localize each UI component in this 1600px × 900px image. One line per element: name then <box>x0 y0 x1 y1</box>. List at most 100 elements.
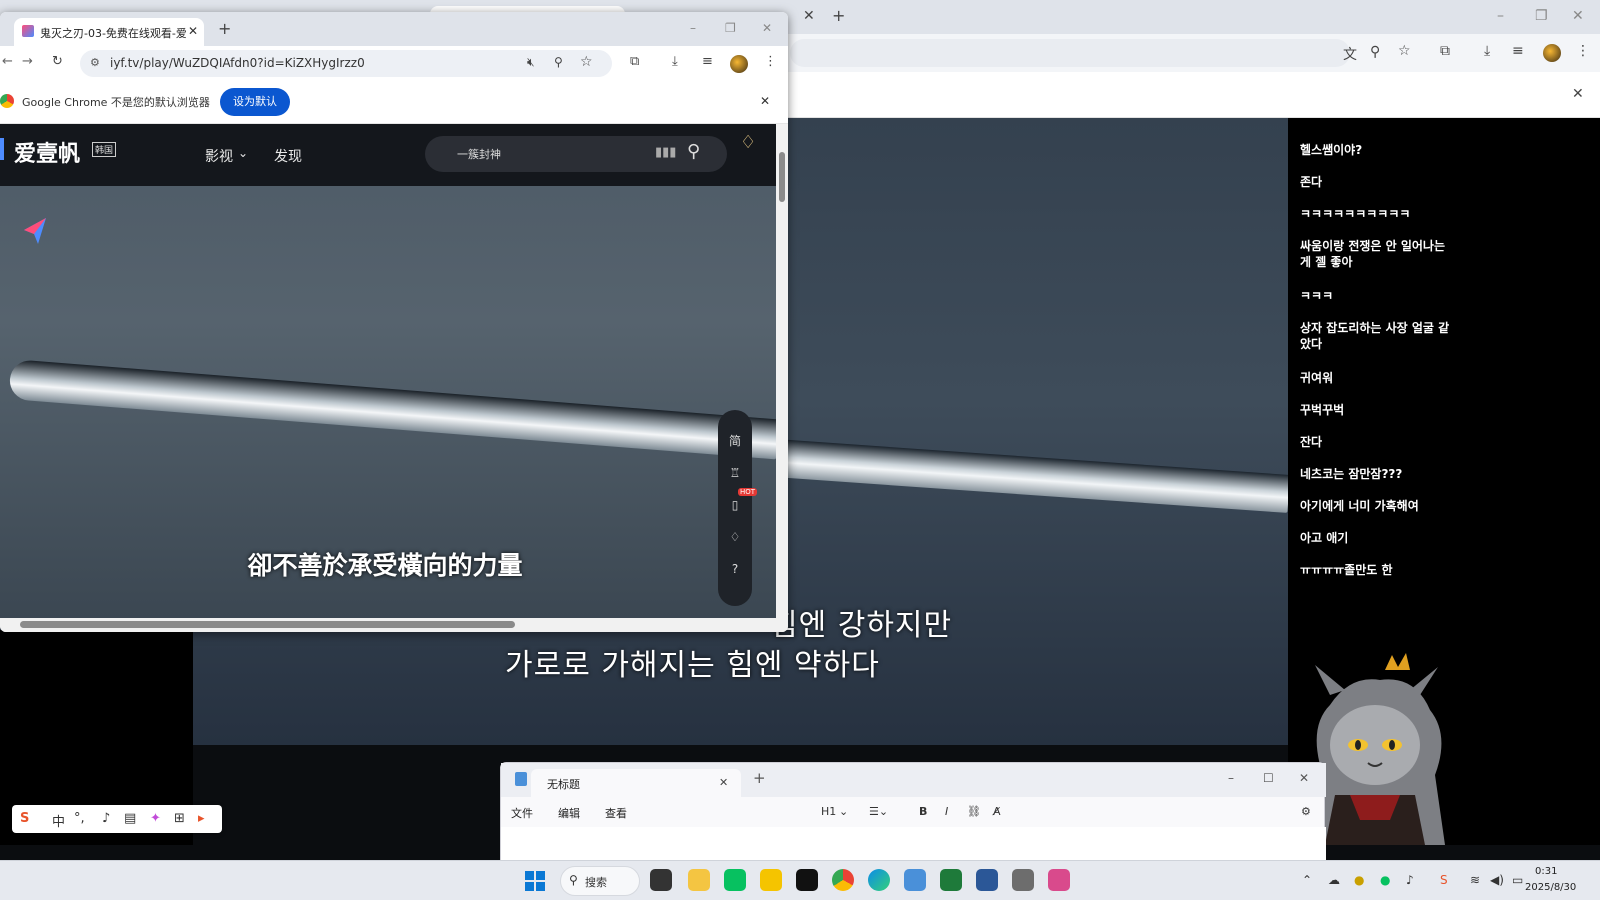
media-controls-icon[interactable]: ≡ <box>702 54 713 69</box>
notepad-new-tab-icon[interactable]: + <box>753 769 766 787</box>
capcut-icon[interactable] <box>796 869 818 891</box>
bg-maximize-icon[interactable]: ❐ <box>1535 8 1548 24</box>
muted-icon[interactable]: 🔇︎ <box>527 55 535 70</box>
bg-translate-icon[interactable]: 文 <box>1343 44 1357 64</box>
infobar-close-icon[interactable]: ✕ <box>760 94 770 108</box>
help-icon[interactable]: ? <box>728 562 742 576</box>
address-bar[interactable]: ⚙ iyf.tv/play/WuZDQIAfdn0?id=KiZXHygIrzz… <box>80 50 612 77</box>
chrome-menu-icon[interactable]: ⋮ <box>764 54 777 69</box>
clock-date[interactable]: 2025/8/30 <box>1525 882 1576 893</box>
bg-infobar-close-icon[interactable]: ✕ <box>1572 86 1584 102</box>
notepad-tab[interactable]: 无标题 ✕ <box>531 769 741 797</box>
download-icon[interactable]: ⤓ <box>672 54 678 69</box>
bg-profile-avatar[interactable] <box>1543 44 1561 62</box>
clear-format-icon[interactable]: A̸ <box>993 805 1001 818</box>
wifi-icon[interactable]: ≋ <box>1470 873 1480 887</box>
shirt-icon[interactable]: ♖ <box>728 466 742 480</box>
site-info-icon[interactable]: ⚙ <box>90 56 100 69</box>
heading-chevron-icon[interactable]: ⌄ <box>839 805 848 818</box>
punctuation-icon[interactable]: °, <box>74 811 85 826</box>
edge-icon[interactable] <box>868 869 890 891</box>
forward-icon[interactable]: → <box>22 54 33 69</box>
active-tab[interactable]: 鬼灭之刃-03-免费在线观看-爱 ✕ <box>14 18 204 46</box>
tray-app-icon[interactable]: ● <box>1354 873 1364 887</box>
set-default-button[interactable]: 设为默认 <box>220 88 290 116</box>
maximize-icon[interactable]: ❐ <box>725 21 736 35</box>
vip-icon[interactable]: ♢ <box>728 530 742 544</box>
media-app-icon[interactable] <box>1048 869 1070 891</box>
site-logo[interactable]: 爱壹帆 <box>14 136 80 168</box>
tray-mic-icon[interactable]: ♪ <box>1406 873 1414 887</box>
microphone-icon[interactable]: ♪ <box>102 811 110 826</box>
tray-overflow-icon[interactable]: ⌃ <box>1302 873 1312 887</box>
nav-movies[interactable]: 影视 <box>205 146 233 166</box>
close-window-icon[interactable]: ✕ <box>762 21 772 35</box>
notepad-taskbar-icon[interactable] <box>904 869 926 891</box>
bg-extensions-icon[interactable]: ⧉ <box>1440 43 1450 59</box>
menu-edit[interactable]: 编辑 <box>558 805 580 821</box>
messaging-app-icon[interactable] <box>760 869 782 891</box>
input-mode-toggle[interactable]: 中 <box>52 811 65 830</box>
notepad-minimize-icon[interactable]: – <box>1228 771 1234 785</box>
skin-icon[interactable]: ✦ <box>150 811 161 826</box>
tray-sogou-icon[interactable]: S <box>1440 873 1448 887</box>
grid-app-icon[interactable] <box>976 869 998 891</box>
italic-icon[interactable]: I <box>945 805 948 818</box>
bg-omnibox[interactable] <box>790 39 1350 67</box>
bold-icon[interactable]: B <box>919 805 927 818</box>
site-search-input[interactable]: 一簇封神 ▮▮▮ ⚲ <box>425 136 727 172</box>
task-view-icon[interactable] <box>650 869 672 891</box>
chrome-icon[interactable] <box>832 869 854 891</box>
volume-icon[interactable]: ◀) <box>1490 873 1504 887</box>
nav-discover[interactable]: 发现 <box>274 146 302 166</box>
bg-close-icon[interactable]: ✕ <box>1572 8 1584 24</box>
notepad-maximize-icon[interactable]: ☐ <box>1263 771 1274 785</box>
notepad-close-icon[interactable]: ✕ <box>1299 771 1309 785</box>
reload-icon[interactable]: ↻ <box>52 54 63 69</box>
bg-new-tab-icon[interactable]: + <box>832 6 845 25</box>
extensions-icon[interactable]: ⧉ <box>630 54 639 69</box>
minimize-icon[interactable]: – <box>690 21 696 35</box>
file-explorer-icon[interactable] <box>688 869 710 891</box>
calculator-icon[interactable] <box>1012 869 1034 891</box>
battery-icon[interactable]: ▭ <box>1512 873 1523 887</box>
taskbar-search[interactable]: ⚲ 搜索 <box>560 866 640 896</box>
clock-time[interactable]: 0:31 <box>1535 866 1557 877</box>
notepad-settings-icon[interactable]: ⚙ <box>1301 805 1311 818</box>
ranking-icon[interactable]: ▮▮▮ <box>655 145 676 160</box>
link-icon[interactable]: ⛓ <box>967 805 981 818</box>
windows-start-icon[interactable] <box>525 871 545 891</box>
bg-menu-icon[interactable]: ⋮ <box>1576 43 1590 59</box>
wechat-icon[interactable] <box>724 869 746 891</box>
vip-diamond-icon[interactable]: ♢ <box>740 132 756 153</box>
toolbox-icon[interactable]: ⊞ <box>174 811 185 826</box>
new-tab-icon[interactable]: + <box>218 19 231 38</box>
vertical-scroll-thumb[interactable] <box>779 152 785 202</box>
heading-dropdown[interactable]: H1 <box>821 805 836 818</box>
back-icon[interactable]: ← <box>2 54 13 69</box>
search-icon[interactable]: ⚲ <box>687 141 700 162</box>
mobile-app-icon[interactable]: ▯ <box>728 498 742 512</box>
bg-download-icon[interactable]: ⤓ <box>1484 43 1490 59</box>
tray-wechat-icon[interactable]: ● <box>1380 873 1390 887</box>
snipping-tool-icon[interactable] <box>940 869 962 891</box>
bookmark-star-icon[interactable]: ☆ <box>580 54 593 70</box>
list-dropdown-icon[interactable]: ☰⌄ <box>869 805 888 818</box>
profile-avatar[interactable] <box>730 55 748 73</box>
menu-file[interactable]: 文件 <box>511 805 533 821</box>
keyboard-icon[interactable]: ▤ <box>124 811 136 826</box>
bg-zoom-icon[interactable]: ⚲ <box>1370 44 1380 60</box>
menu-view[interactable]: 查看 <box>605 805 627 821</box>
notepad-tab-close-icon[interactable]: ✕ <box>719 776 728 789</box>
bg-media-icon[interactable]: ≡ <box>1512 43 1524 59</box>
chevron-down-icon[interactable]: ⌄ <box>238 146 248 160</box>
zoom-icon[interactable]: ⚲ <box>554 55 563 69</box>
bg-tab-close-icon[interactable]: ✕ <box>803 8 815 24</box>
simplified-chinese-toggle[interactable]: 简 <box>728 434 742 448</box>
horizontal-scroll-thumb[interactable] <box>20 621 515 628</box>
notepad-text-area[interactable] <box>501 827 1326 861</box>
bg-bookmark-star-icon[interactable]: ☆ <box>1398 43 1411 59</box>
sogou-logo-icon[interactable]: S <box>20 811 29 826</box>
ime-menu-icon[interactable]: ▸ <box>198 811 205 826</box>
tray-cloud-icon[interactable]: ☁ <box>1328 873 1340 887</box>
